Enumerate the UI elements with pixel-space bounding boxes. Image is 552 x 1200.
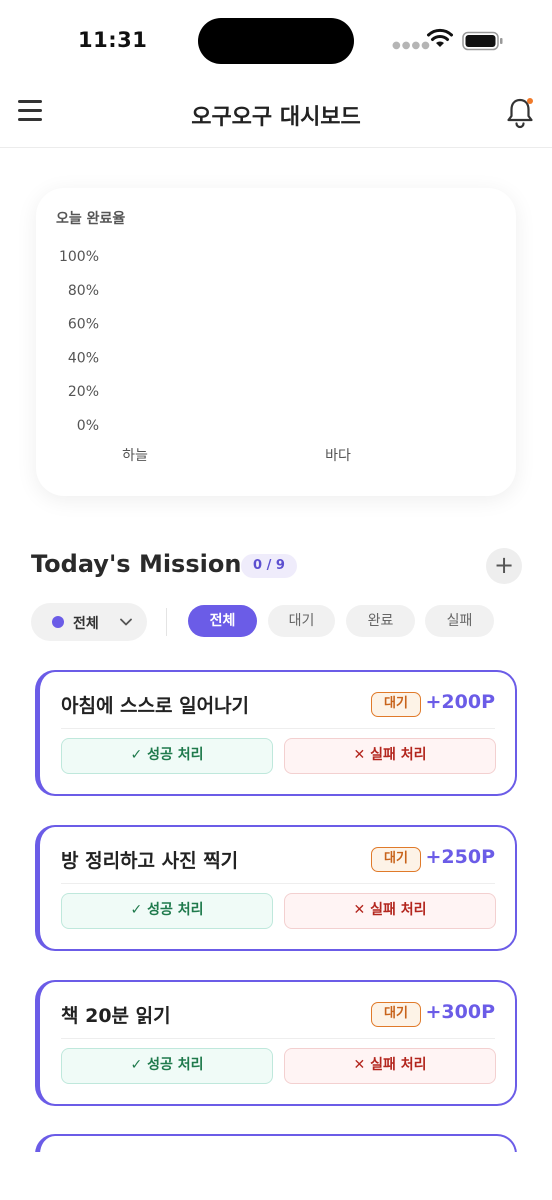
- add-mission-button[interactable]: +: [486, 548, 522, 584]
- status-filter-pending[interactable]: 대기: [268, 605, 335, 637]
- app-header: 오구오구 대시보드: [0, 80, 552, 148]
- y-tick-label: 0%: [77, 418, 99, 434]
- mission-card[interactable]: 아침에 스스로 일어나기 대기 +200P ✓ 성공 처리 ✕ 실패 처리: [35, 670, 517, 796]
- mark-success-button[interactable]: ✓ 성공 처리: [61, 738, 273, 774]
- mission-title: 책 20분 읽기: [61, 1005, 171, 1027]
- mission-status-badge: 대기: [371, 1002, 421, 1027]
- missions-heading: Today's Missions: [31, 550, 256, 578]
- mark-fail-button[interactable]: ✕ 실패 처리: [284, 1048, 496, 1084]
- owner-filter-select[interactable]: 전체: [31, 603, 147, 641]
- mission-card[interactable]: 책 20분 읽기 대기 +300P ✓ 성공 처리 ✕ 실패 처리: [35, 980, 517, 1106]
- card-divider: [61, 883, 495, 884]
- mission-status-badge: 대기: [371, 847, 421, 872]
- card-divider: [61, 728, 495, 729]
- completion-bar-chart: 100% 80% 60% 40% 20% 0% 하늘 바다: [59, 249, 351, 464]
- filter-divider: [166, 608, 167, 636]
- status-filter-failed[interactable]: 실패: [425, 605, 494, 637]
- y-tick-label: 100%: [59, 249, 99, 265]
- notification-dot: [527, 98, 533, 104]
- bottom-safe-area: [0, 1152, 552, 1200]
- mission-title: 아침에 스스로 일어나기: [61, 695, 250, 717]
- mission-status-badge: 대기: [371, 692, 421, 717]
- status-filter-all[interactable]: 전체: [188, 605, 257, 637]
- owner-color-dot: [52, 616, 64, 628]
- status-bar: 11:31 ●●●●: [0, 0, 552, 80]
- dynamic-island: [198, 18, 354, 64]
- status-time: 11:31: [78, 28, 148, 52]
- mission-title: 방 정리하고 사진 찍기: [61, 850, 239, 872]
- battery-icon: [462, 31, 503, 51]
- y-tick-label: 40%: [68, 350, 99, 366]
- y-tick-label: 20%: [68, 384, 99, 400]
- mission-points: +200P: [425, 691, 495, 713]
- page-title: 오구오구 대시보드: [191, 105, 361, 130]
- x-category-label: 하늘: [122, 448, 148, 464]
- mark-success-button[interactable]: ✓ 성공 처리: [61, 1048, 273, 1084]
- y-tick-label: 60%: [68, 317, 99, 333]
- y-tick-label: 80%: [68, 283, 99, 299]
- owner-filter-label: 전체: [73, 616, 99, 632]
- wifi-icon: [427, 28, 453, 47]
- mission-card[interactable]: 방 정리하고 사진 찍기 대기 +250P ✓ 성공 처리 ✕ 실패 처리: [35, 825, 517, 951]
- mark-fail-button[interactable]: ✕ 실패 처리: [284, 738, 496, 774]
- chevron-down-icon: [109, 612, 132, 630]
- missions-count-badge: 0 / 9: [241, 554, 297, 578]
- mission-points: +300P: [425, 1001, 495, 1023]
- notification-bell-icon[interactable]: [504, 96, 536, 130]
- mission-points: +250P: [425, 846, 495, 868]
- card-divider: [61, 1038, 495, 1039]
- mark-success-button[interactable]: ✓ 성공 처리: [61, 893, 273, 929]
- x-category-label: 바다: [325, 448, 351, 464]
- status-filter-done[interactable]: 완료: [346, 605, 415, 637]
- completion-chart-card: 오늘 완료율 100% 80% 60% 40% 20% 0% 하늘 바다: [36, 188, 516, 496]
- mark-fail-button[interactable]: ✕ 실패 처리: [284, 893, 496, 929]
